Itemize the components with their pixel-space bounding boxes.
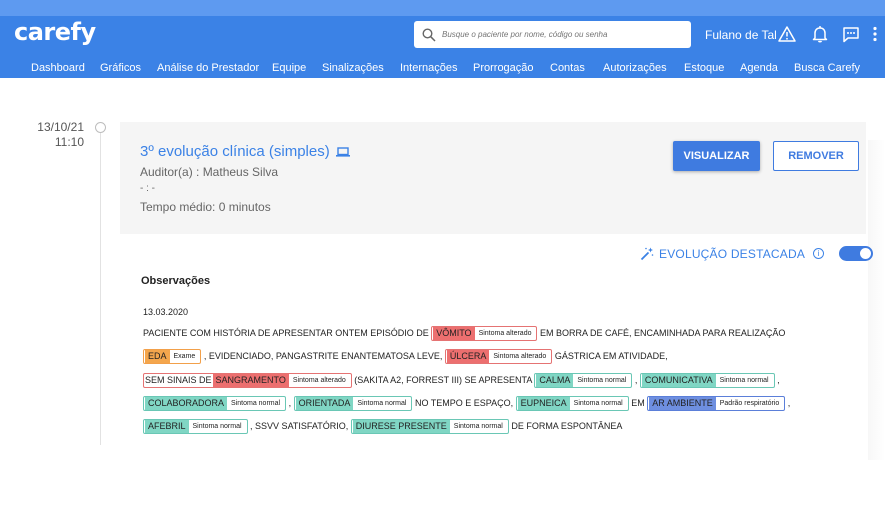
carefy-logo[interactable]: carefy <box>14 18 96 46</box>
nav-graficos[interactable]: Gráficos <box>100 62 141 74</box>
dash-line: - : - <box>140 183 155 194</box>
search-input[interactable] <box>442 30 682 39</box>
right-scroll-shadow <box>868 140 885 460</box>
nav-contas[interactable]: Contas <box>550 62 585 74</box>
timeline-date-day: 13/10/21 <box>37 120 84 134</box>
nav-equipe[interactable]: Equipe <box>272 62 306 74</box>
obs-text-segment: , SSVV SATISFATÓRIO, <box>247 421 351 432</box>
tag-term: DIURESE PRESENTE <box>352 420 450 434</box>
tag-term: SANGRAMENTO <box>212 373 289 387</box>
symptom-tag[interactable]: COMUNICATIVA Sintoma normal <box>639 372 775 388</box>
nav-busca-carefy[interactable]: Busca Carefy <box>794 62 860 74</box>
tag-term: VÔMITO <box>433 327 475 341</box>
evolution-title[interactable]: 3º evolução clínica (simples) <box>140 143 330 160</box>
tag-term: AFEBRIL <box>145 420 189 434</box>
obs-text-segment: PACIENTE COM HISTÓRIA DE APRESENTAR ONTE… <box>143 328 432 338</box>
tag-term: ÚLCERA <box>446 350 490 364</box>
symptom-tag[interactable]: ÚLCERA Sintoma alterado <box>444 349 553 365</box>
search-icon <box>422 27 436 42</box>
nav-agenda[interactable]: Agenda <box>740 62 778 74</box>
top-header: carefy Fulano de Tal Dashboard Gráficos … <box>0 0 885 78</box>
patient-search-box[interactable] <box>414 21 691 48</box>
more-vert-icon[interactable] <box>868 24 882 44</box>
tag-category: Sintoma normal <box>354 398 410 410</box>
nav-dashboard[interactable]: Dashboard <box>31 62 85 74</box>
highlight-toggle[interactable] <box>839 246 874 261</box>
tag-category: Sintoma alterado <box>490 351 550 363</box>
obs-text-segment: GÁSTRICA EM ATIVIDADE, <box>552 351 668 362</box>
auditor-text: Auditor(a) : Matheus Silva <box>140 165 279 179</box>
laptop-icon <box>335 146 350 157</box>
symptom-tag[interactable]: ORIENTADA Sintoma normal <box>293 396 413 412</box>
tag-category: Sintoma normal <box>574 374 630 386</box>
nav-analise-prestador[interactable]: Análise do Prestador <box>157 62 259 74</box>
exam-tag[interactable]: EDA Exame <box>143 349 202 365</box>
tag-category: Exame <box>170 351 199 363</box>
symptom-tag[interactable]: VÔMITO Sintoma alterado <box>431 326 538 342</box>
respiratory-tag[interactable]: AR AMBIENTE Padrão respiratório <box>647 396 786 412</box>
obs-text-segment: DE FORMA ESPONTÂNEA <box>508 421 623 432</box>
obs-text-segment: , <box>785 397 791 408</box>
remove-button[interactable]: REMOVER <box>773 141 859 171</box>
obs-text-segment: NO TEMPO E ESPAÇO, <box>412 397 516 408</box>
header-top-strip <box>0 0 885 16</box>
nav-sinalizacoes[interactable]: Sinalizações <box>322 62 384 74</box>
obs-text-segment: , <box>286 397 294 408</box>
obs-text-segment: , <box>774 374 780 385</box>
nav-estoque[interactable]: Estoque <box>684 62 724 74</box>
obs-text-segment: EM <box>628 397 648 408</box>
bell-icon[interactable] <box>810 24 830 44</box>
timeline-line <box>100 133 101 445</box>
nav-internacoes[interactable]: Internações <box>400 62 457 74</box>
obs-text-segment: , EVIDENCIADO, PANGASTRITE ENANTEMATOSA … <box>201 351 445 362</box>
magic-wand-icon <box>640 247 654 260</box>
timeline-date-time: 11:10 <box>54 135 84 149</box>
negation-box[interactable]: SEM SINAIS DE SANGRAMENTO Sintoma alterad… <box>143 372 352 388</box>
timeline-date: 13/10/21 11:10 <box>30 120 84 150</box>
tag-category: Padrão respiratório <box>716 398 783 410</box>
symptom-tag[interactable]: COLABORADORA Sintoma normal <box>143 396 287 412</box>
symptom-tag[interactable]: DIURESE PRESENTE Sintoma normal <box>350 419 509 435</box>
tag-term: AR AMBIENTE <box>649 397 716 411</box>
highlight-row: EVOLUÇÃO DESTACADA i <box>640 246 874 261</box>
tag-term: ORIENTADA <box>295 397 354 411</box>
nav-prorrogacao[interactable]: Prorrogação <box>473 62 534 74</box>
evolution-title-link[interactable]: 3º evolução clínica (simples) <box>140 143 350 160</box>
chat-icon[interactable] <box>841 24 861 44</box>
warning-icon[interactable] <box>777 24 797 44</box>
observations-text: PACIENTE COM HISTÓRIA DE APRESENTAR ONTE… <box>143 322 833 438</box>
main-nav: Dashboard Gráficos Análise do Prestador … <box>0 58 885 78</box>
symptom-tag[interactable]: SANGRAMENTO Sintoma alterado <box>212 373 351 387</box>
obs-text-segment: , <box>632 374 640 385</box>
tag-term: EUPNEICA <box>517 397 570 411</box>
evolution-card: 3º evolução clínica (simples) Auditor(a)… <box>120 122 866 234</box>
tag-term: COMUNICATIVA <box>641 373 716 387</box>
average-time: Tempo médio: 0 minutos <box>140 200 271 214</box>
tag-category: Sintoma normal <box>450 421 506 433</box>
highlight-label: EVOLUÇÃO DESTACADA <box>659 246 806 261</box>
tag-term: CALMA <box>536 373 574 387</box>
tag-category: Sintoma normal <box>570 398 626 410</box>
symptom-tag[interactable]: EUPNEICA Sintoma normal <box>515 396 629 412</box>
obs-text-segment: EM BORRA DE CAFÉ, ENCAMINHADA PARA REALI… <box>537 328 786 338</box>
tag-category: Sintoma normal <box>189 421 245 433</box>
timeline-dot <box>95 122 106 133</box>
tag-category: Sintoma normal <box>228 398 284 410</box>
view-button[interactable]: VISUALIZAR <box>673 141 760 171</box>
tag-category: Sintoma normal <box>716 374 772 386</box>
obs-text-segment: (SAKITA A2, FORREST III) SE APRESENTA <box>351 374 535 385</box>
tag-category: Sintoma alterado <box>475 328 535 340</box>
tag-category: Sintoma alterado <box>289 374 349 386</box>
user-name[interactable]: Fulano de Tal <box>705 28 777 42</box>
observations-date: 13.03.2020 <box>143 307 189 317</box>
negation-text: SEM SINAIS DE <box>145 374 212 385</box>
tag-term: EDA <box>145 350 170 364</box>
info-icon[interactable]: i <box>813 248 825 259</box>
symptom-tag[interactable]: AFEBRIL Sintoma normal <box>143 419 248 435</box>
nav-autorizacoes[interactable]: Autorizações <box>603 62 667 74</box>
symptom-tag[interactable]: CALMA Sintoma normal <box>534 372 633 388</box>
observations-title: Observações <box>141 275 211 287</box>
tag-term: COLABORADORA <box>145 397 228 411</box>
